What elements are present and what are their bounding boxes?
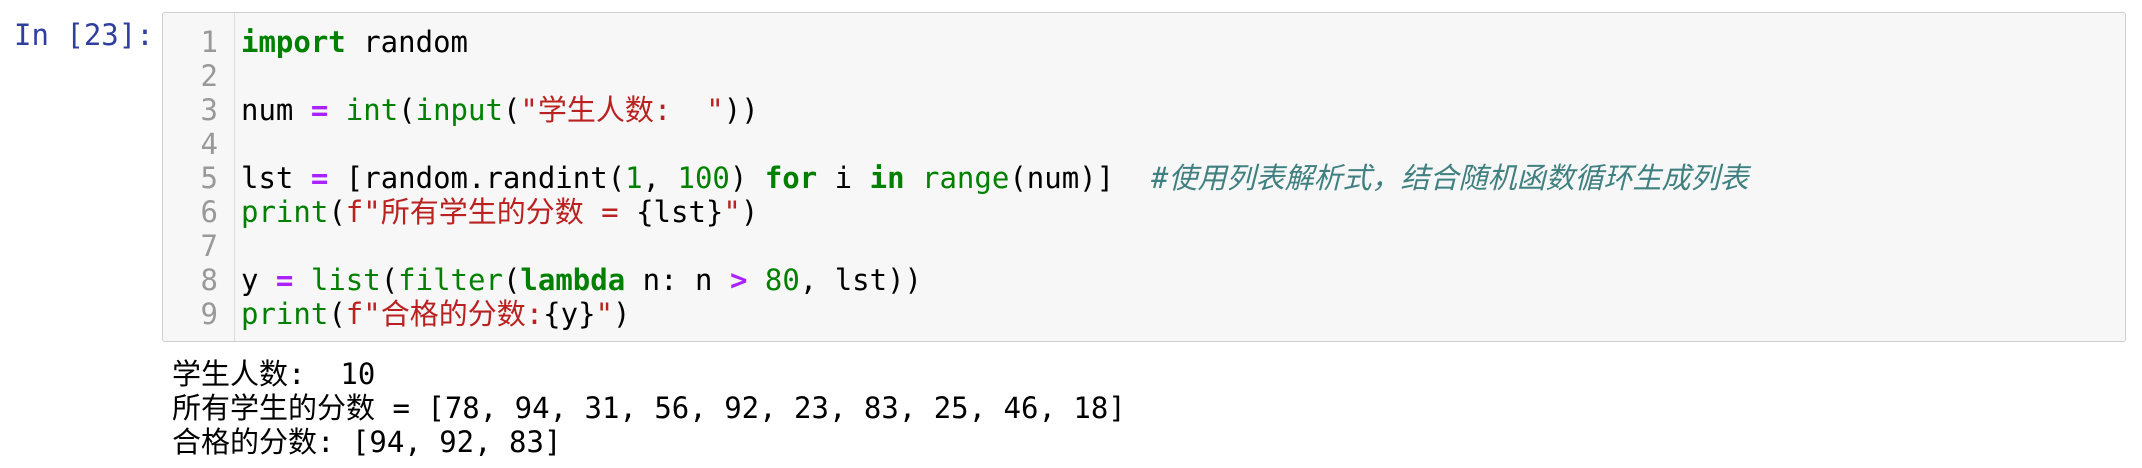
builtin-print: print <box>241 195 329 229</box>
line-number: 8 <box>200 263 218 297</box>
code-line-9: print(f"合格的分数:{y}") <box>241 297 631 331</box>
code-line-3: num = int(input("学生人数: ")) <box>241 93 759 127</box>
keyword-lambda: lambda <box>520 263 626 297</box>
fstring-end: " <box>595 297 614 331</box>
line-number: 1 <box>200 25 218 59</box>
line-number: 4 <box>200 127 218 161</box>
module-name: random <box>345 25 468 59</box>
code-line-1: import random <box>241 25 468 59</box>
keyword-for: for <box>764 161 818 195</box>
builtin-list: list <box>310 263 381 297</box>
assign-operator: = <box>310 93 329 127</box>
code-line-6: print(f"所有学生的分数 = {lst}") <box>241 195 758 229</box>
number-literal: 1 <box>625 161 643 195</box>
code-text: , lst)) <box>799 263 923 297</box>
fstring-literal: f"合格的分数: <box>345 297 544 331</box>
builtin-filter: filter <box>398 263 503 297</box>
line-number: 3 <box>200 93 218 127</box>
number-literal: 80 <box>764 263 800 297</box>
output-line-2: 所有学生的分数 = [78, 94, 31, 56, 92, 23, 83, 2… <box>172 391 1126 425</box>
paren: )) <box>723 93 759 127</box>
fstring-expression: {lst} <box>636 195 724 229</box>
string-literal: "学生人数: " <box>520 93 724 127</box>
paren: ( <box>380 263 399 297</box>
var-num: num <box>241 93 311 127</box>
code-cell[interactable]: 1 2 3 4 5 6 7 8 9 import random num = in… <box>162 12 2126 342</box>
assign-operator: = <box>275 263 294 297</box>
var-y: y <box>241 263 276 297</box>
paren: ( <box>328 297 346 331</box>
code-comment: #使用列表解析式，结合随机函数循环生成列表 <box>1151 161 1749 195</box>
paren: ( <box>398 93 416 127</box>
line-number: 9 <box>200 297 218 331</box>
code-text: [random.randint( <box>328 161 626 195</box>
gt-operator: > <box>729 263 748 297</box>
line-number: 2 <box>200 59 218 93</box>
number-literal: 100 <box>677 161 730 195</box>
code-text: ) <box>729 161 765 195</box>
builtin-print: print <box>241 297 329 331</box>
builtin-int: int <box>345 93 399 127</box>
assign-operator: = <box>310 161 329 195</box>
input-prompt: In [23]: <box>14 18 154 52</box>
code-text: (num)] <box>1009 161 1115 195</box>
fstring-expression: {y} <box>543 297 596 331</box>
keyword-import: import <box>241 25 346 59</box>
output-line-1: 学生人数: 10 <box>172 357 376 391</box>
fstring-literal: f"所有学生的分数 = <box>345 195 637 229</box>
fstring-end: " <box>723 195 741 229</box>
builtin-input: input <box>415 93 503 127</box>
paren: ) <box>740 195 759 229</box>
code-text: , <box>642 161 678 195</box>
paren: ( <box>328 195 346 229</box>
paren: ( <box>502 263 521 297</box>
output-line-3: 合格的分数: [94, 92, 83] <box>172 425 562 459</box>
line-number: 5 <box>200 161 218 195</box>
builtin-range: range <box>922 161 1010 195</box>
var-lst: lst <box>241 161 311 195</box>
code-line-8: y = list(filter(lambda n: n > 80, lst)) <box>241 263 922 297</box>
line-number: 6 <box>200 195 218 229</box>
code-text: i <box>817 161 870 195</box>
line-number-gutter: 1 2 3 4 5 6 7 8 9 <box>163 13 235 341</box>
line-number: 7 <box>200 229 218 263</box>
keyword-in: in <box>869 161 905 195</box>
paren: ) <box>613 297 631 331</box>
code-text: n: n <box>625 263 730 297</box>
paren: ( <box>502 93 521 127</box>
code-line-5: lst = [random.randint(1, 100) for i in r… <box>241 161 1748 195</box>
